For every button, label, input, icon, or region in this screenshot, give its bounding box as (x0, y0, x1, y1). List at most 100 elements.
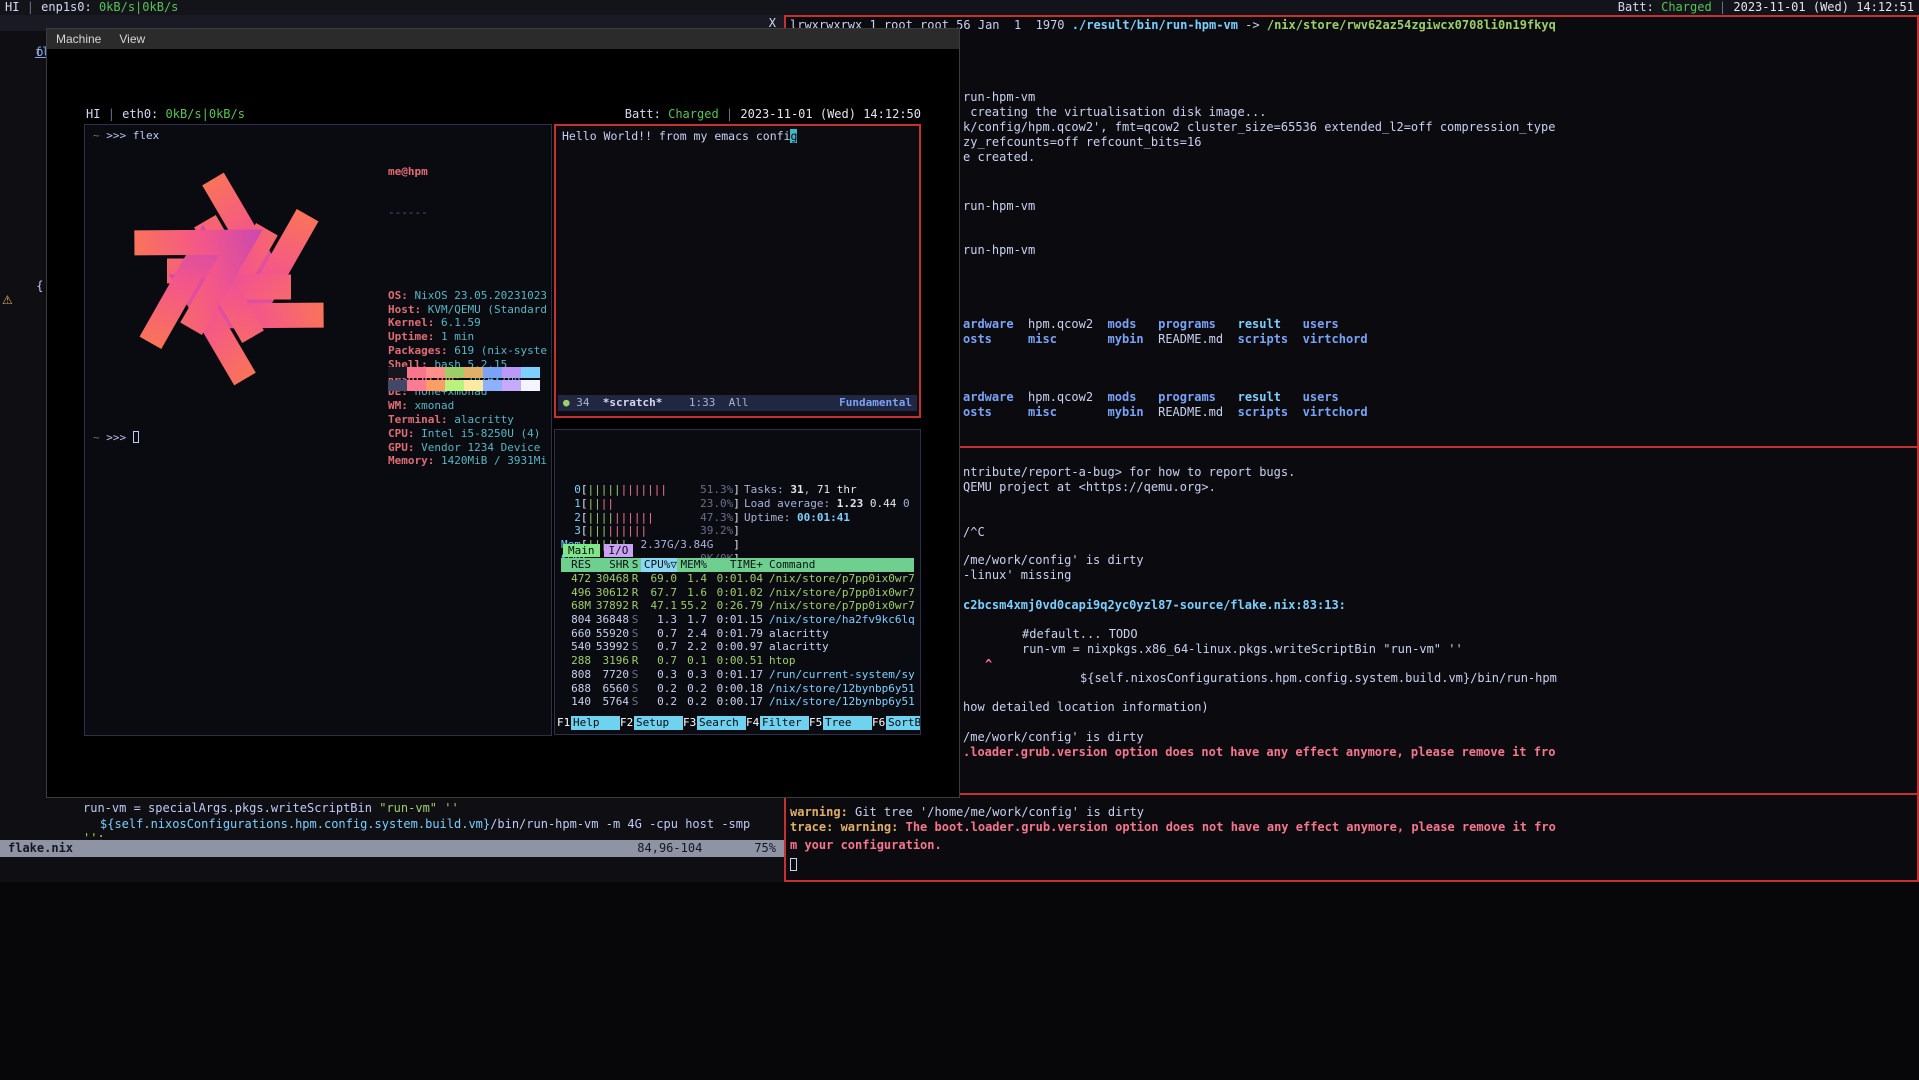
vm-display[interactable]: HI | eth0: 0kB/s|0kB/s Batt: Charged | 2… (47, 49, 959, 797)
fetch-entry: Memory: 1420MiB / 3931Mi (388, 454, 547, 468)
palette-swatch (464, 380, 483, 391)
fkey-button[interactable]: F3Search (683, 716, 746, 730)
palette-swatch (464, 367, 483, 378)
statusline-position: 84,96-104 (637, 840, 702, 857)
htop-function-keys: F1HelpF2SetupF3SearchF4FilterF5TreeF6Sor… (557, 716, 920, 730)
gutter-glyph: { (36, 279, 44, 294)
terminal-line: /me/work/config' is dirty (963, 553, 1144, 568)
terminal-line: e created. (963, 150, 1035, 165)
emacs-cursor: g (790, 129, 797, 143)
palette-swatch (388, 367, 407, 378)
fkey-button[interactable]: F6SortBy (872, 716, 920, 730)
menu-item[interactable]: View (110, 29, 154, 49)
fetch-entry: Host: KVM/QEMU (Standard (388, 303, 547, 317)
terminal-line: how detailed location information) (963, 700, 1209, 715)
code-line: run-vm = specialArgs.pkgs.writeScriptBin… (83, 801, 459, 816)
terminal-line: warning: Git tree '/home/me/work/config'… (790, 805, 1144, 820)
process-row[interactable]: 688 6560 S 0.2 0.2 0:00.18 /nix/store/12… (561, 682, 914, 696)
terminal-color-palette (388, 367, 540, 393)
process-table: 472 30468 R 69.0 1.4 0:01.04 /nix/store/… (561, 572, 914, 709)
process-row[interactable]: 496 30612 R 67.7 1.6 0:01.02 /nix/store/… (561, 586, 914, 600)
terminal-line: zy_refcounts=off refcount_bits=16 (963, 135, 1201, 150)
htop-tab[interactable]: Main (563, 544, 600, 557)
palette-swatch (521, 367, 540, 378)
statusline-scroll-percent: 75% (754, 840, 776, 857)
terminal-line: QEMU project at <https://qemu.org>. (963, 480, 1216, 495)
host-battery-clock: Batt: Charged | 2023-11-01 (Wed) 14:12:5… (1618, 0, 1914, 15)
terminal-line: k/config/hpm.qcow2', fmt=qcow2 cluster_s… (963, 120, 1555, 135)
terminal-line: #default... TODO (1022, 627, 1138, 642)
fetch-entry: GPU: Vendor 1234 Device (388, 441, 547, 455)
terminal-line: osts misc mybin README.md scripts virtch… (963, 332, 1368, 347)
fkey-button[interactable]: F5Tree (809, 716, 872, 730)
qemu-menubar: MachineView (47, 29, 959, 49)
terminal-line: ^ (985, 657, 992, 672)
process-row[interactable]: 804 36848 S 1.3 1.7 0:01.15 /nix/store/h… (561, 613, 914, 627)
host-network-status: HI | enp1s0: 0kB/s|0kB/s (5, 0, 178, 15)
process-row[interactable]: 472 30468 R 69.0 1.4 0:01.04 /nix/store/… (561, 572, 914, 586)
palette-swatch (445, 380, 464, 391)
terminal-line: /^C (963, 525, 985, 540)
htop-tab[interactable]: I/O (604, 544, 634, 557)
shell-prompt: ~ >>> flex (93, 129, 159, 142)
fkey-button[interactable]: F1Help (557, 716, 620, 730)
vm-status-bar: HI | eth0: 0kB/s|0kB/s Batt: Charged | 2… (49, 107, 957, 122)
fetch-entry: WM: xmonad (388, 399, 547, 413)
palette-swatch (388, 380, 407, 391)
terminal-line: run-vm = nixpkgs.x86_64-linux.pkgs.write… (1022, 642, 1463, 657)
terminal-line: /me/work/config' is dirty (963, 730, 1144, 745)
palette-swatch (502, 367, 521, 378)
window-border (784, 880, 1919, 882)
terminal-line: trace: warning: The boot.loader.grub.ver… (790, 820, 1556, 835)
cpu-meter-row: 2[|||||||||| 47.3%]Uptime: 00:01:41 (561, 511, 910, 525)
palette-swatch (407, 367, 426, 378)
emacs-buffer: Hello World!! from my emacs config (562, 129, 797, 143)
palette-swatch (426, 380, 445, 391)
terminal-line: c2bcsm4xmj0vd0capi9q2yc0yzl87-source/fla… (963, 598, 1346, 613)
process-row[interactable]: 660 55920 S 0.7 2.4 0:01.79 alacritty (561, 627, 914, 641)
palette-swatch (502, 380, 521, 391)
process-row[interactable]: 140 5764 S 0.2 0.2 0:00.17 /nix/store/12… (561, 695, 914, 709)
terminal-line: run-hpm-vm (963, 90, 1035, 105)
process-row[interactable]: 808 7720 S 0.3 0.3 0:01.17 /run/current-… (561, 668, 914, 682)
cpu-meter-row: 1[|||| 23.0%]Load average: 1.23 0.44 0 (561, 497, 910, 511)
process-row[interactable]: 288 3196 R 0.7 0.1 0:00.51 htop (561, 654, 914, 668)
vm-network-status: HI | eth0: 0kB/s|0kB/s (86, 107, 245, 122)
fetch-entry: Packages: 619 (nix-syste (388, 344, 547, 358)
menu-item[interactable]: Machine (47, 29, 110, 49)
htop-window[interactable]: 0[|||||||||||| 51.3%]Tasks: 31, 71 thr 1… (554, 429, 921, 735)
fkey-button[interactable]: F4Filter (746, 716, 809, 730)
palette-swatch (426, 367, 445, 378)
terminal-line: ntribute/report-a-bug> for how to report… (963, 465, 1295, 480)
statusline-filename: flake.nix (8, 840, 73, 857)
terminal-cursor (790, 858, 797, 871)
terminal-line: ardware hpm.qcow2 mods programs result u… (963, 390, 1339, 405)
emacs-major-mode: Fundamental (839, 395, 912, 411)
sort-column-header[interactable]: CPU%▽ (641, 558, 677, 572)
emacs-modeline: ● 34 *scratch* 1:33 All Fundamental (558, 395, 917, 411)
qemu-window[interactable]: MachineView HI | eth0: 0kB/s|0kB/s Batt:… (46, 28, 960, 798)
palette-swatch (483, 380, 502, 391)
palette-swatch (407, 380, 426, 391)
terminal-line: run-hpm-vm (963, 199, 1035, 214)
host-status-bar: HI | enp1s0: 0kB/s|0kB/s Batt: Charged |… (0, 0, 1919, 15)
gutter-glyph: o (36, 45, 43, 60)
terminal-line: creating the virtualisation disk image..… (963, 105, 1266, 120)
emacs-window[interactable]: Hello World!! from my emacs config ● 34 … (554, 124, 921, 418)
process-row[interactable]: 68M 37892 R 47.1 55.2 0:26.79 /nix/store… (561, 599, 914, 613)
fetch-entry: OS: NixOS 23.05.20231023 (388, 289, 547, 303)
cpu-meter-row: 0[|||||||||||| 51.3%]Tasks: 31, 71 thr (561, 483, 910, 497)
code-line: ${self.nixosConfigurations.hpm.config.sy… (100, 817, 757, 832)
process-table-header[interactable]: RES SHR S CPU%▽ MEM% TIME+ Command (561, 558, 914, 572)
fetch-entry: Uptime: 1 min (388, 330, 547, 344)
process-row[interactable]: 540 53992 S 0.7 2.2 0:00.97 alacritty (561, 640, 914, 654)
fastfetch-output: me@hpm ------ OS: NixOS 23.05.20231023Ho… (388, 137, 547, 496)
terminal-line: run-hpm-vm (963, 243, 1035, 258)
cpu-meter-row: 3[||||||||| 39.2%] (561, 524, 910, 538)
guest-terminal[interactable]: ~ >>> flex (84, 124, 552, 736)
terminal-line: .loader.grub.version option does not hav… (963, 745, 1555, 760)
terminal-cursor (133, 431, 139, 443)
window-border (784, 15, 1919, 17)
htop-tabs: Main I/O (563, 544, 637, 557)
fkey-button[interactable]: F2Setup (620, 716, 683, 730)
